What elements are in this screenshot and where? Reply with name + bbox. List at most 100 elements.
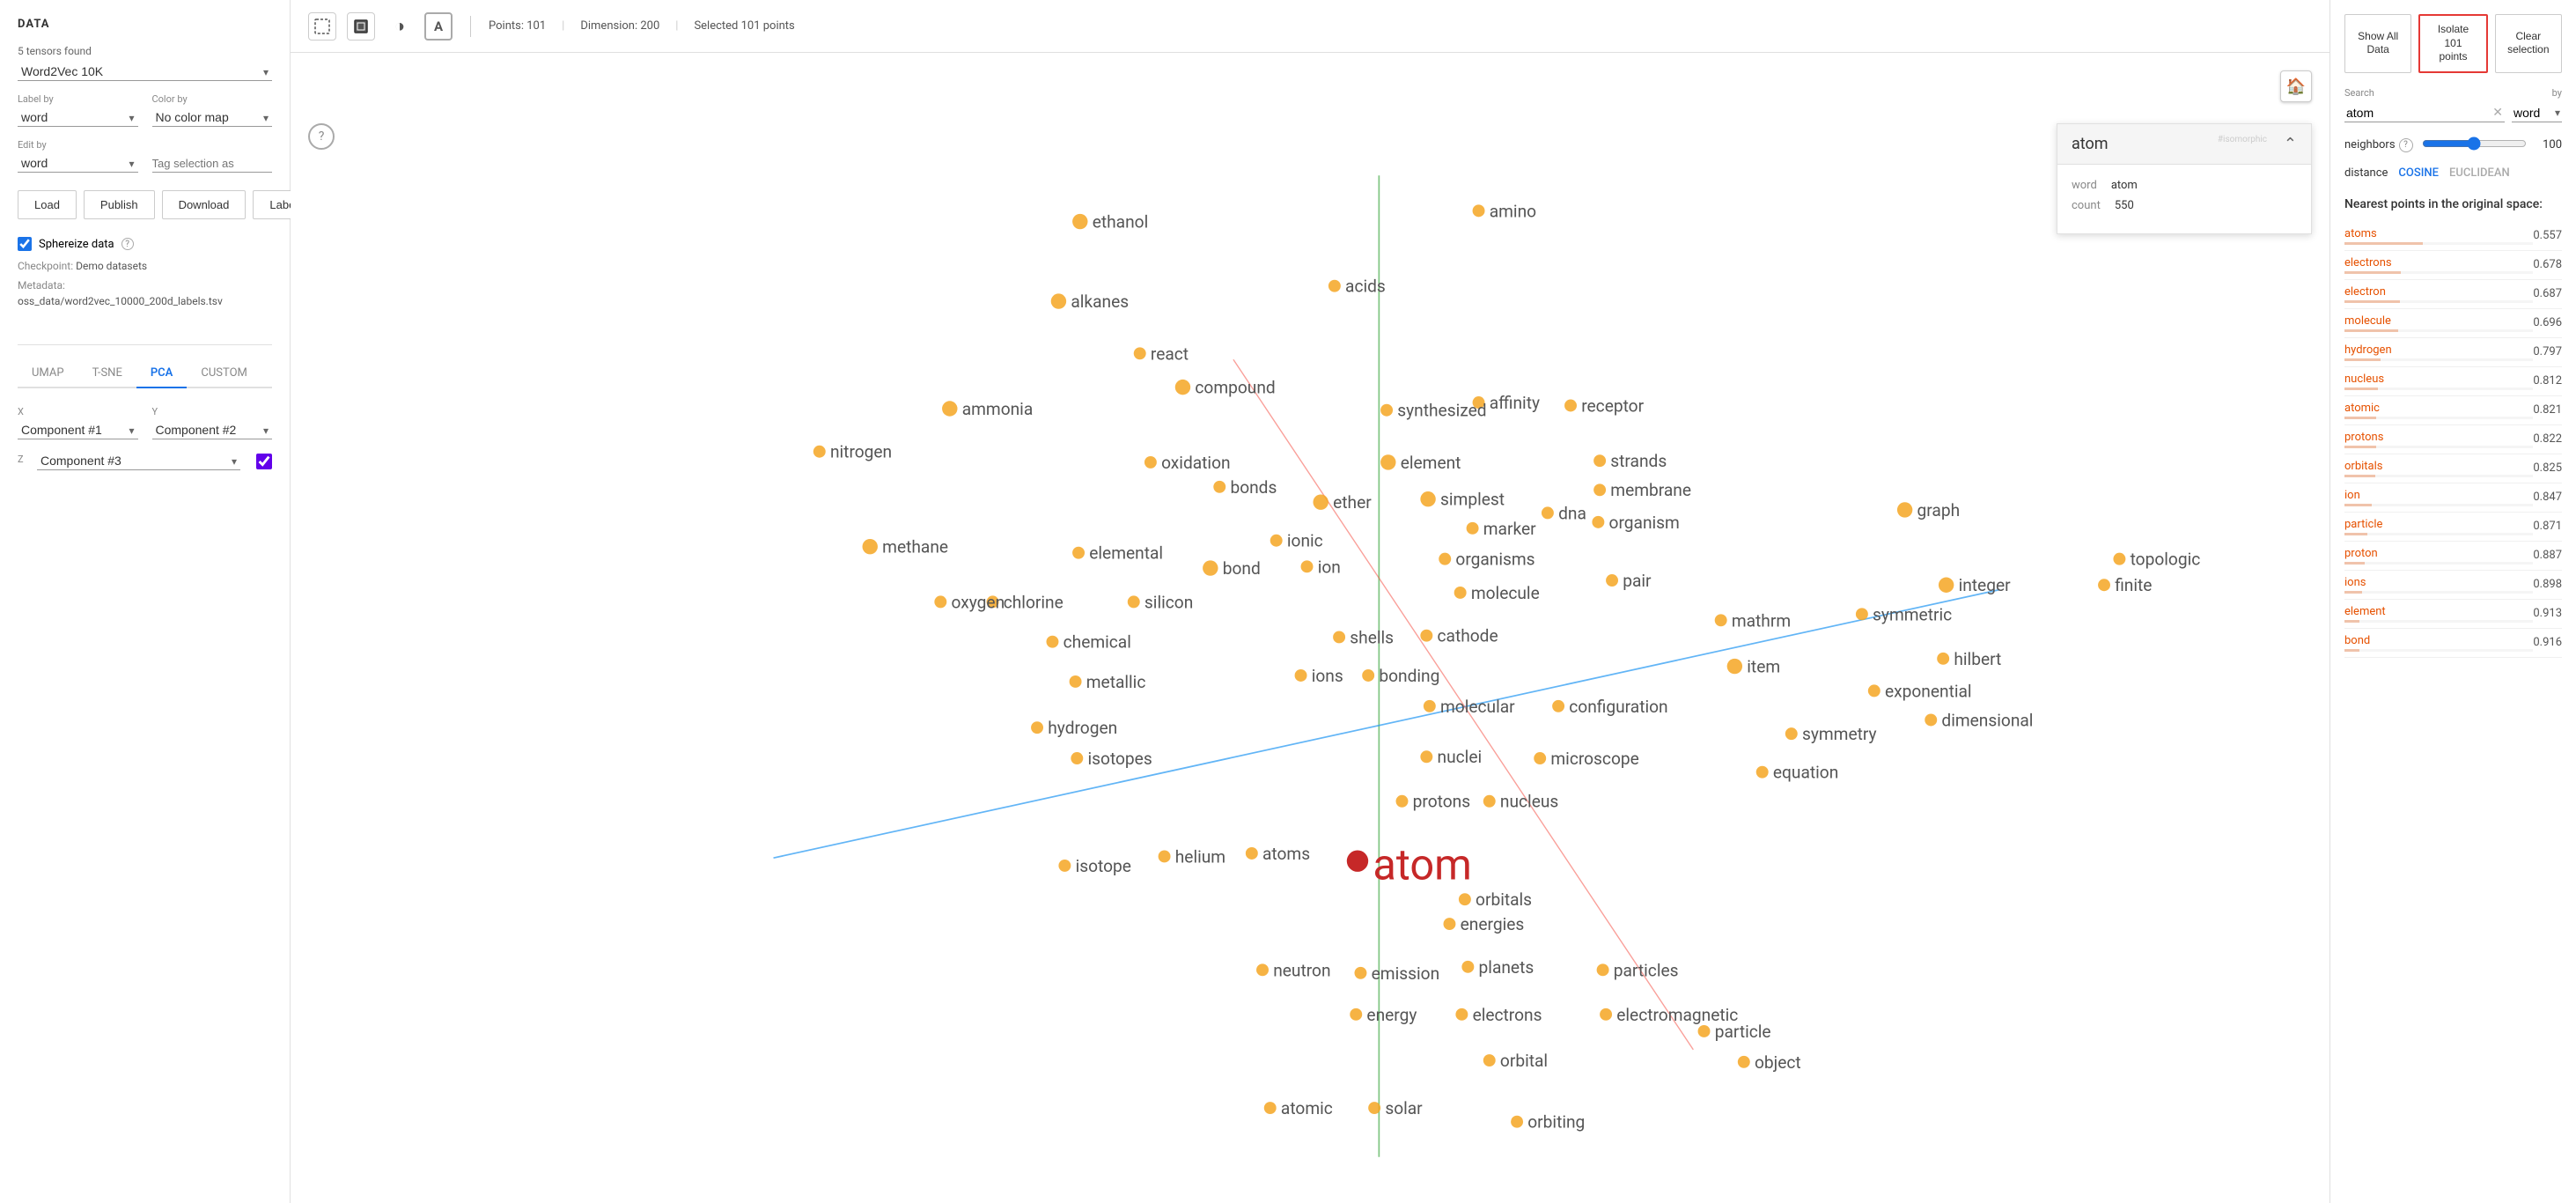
popup-body: word atom count 550: [2057, 165, 2311, 233]
stats-dimension: Dimension: 200: [580, 19, 659, 33]
by-select-wrap: word label count: [2512, 104, 2562, 122]
svg-text:orbitals: orbitals: [1476, 889, 1532, 910]
nearest-word[interactable]: orbitals: [2344, 460, 2382, 473]
nearest-item: hydrogen 0.797: [2344, 338, 2562, 367]
nearest-word[interactable]: protons: [2344, 431, 2383, 444]
nearest-word[interactable]: electron: [2344, 285, 2386, 299]
nearest-word[interactable]: ion: [2344, 489, 2360, 502]
search-input-wrap: ✕: [2344, 104, 2505, 122]
nearest-word[interactable]: hydrogen: [2344, 343, 2392, 357]
nearest-score: 0.871: [2533, 520, 2562, 533]
popup-count-row: count 550: [2072, 199, 2297, 212]
nearest-word[interactable]: nucleus: [2344, 373, 2384, 386]
label-by-select[interactable]: word: [18, 108, 138, 127]
neighbors-help-icon[interactable]: ?: [2399, 138, 2413, 152]
dataset-select[interactable]: Word2Vec 10K Word2Vec 100K GloVe 50K: [18, 63, 272, 81]
svg-text:mathrm: mathrm: [1732, 610, 1791, 631]
nearest-word[interactable]: molecule: [2344, 314, 2391, 328]
svg-text:orbiting: orbiting: [1527, 1112, 1585, 1133]
svg-text:energies: energies: [1461, 914, 1525, 934]
help-button[interactable]: ?: [308, 123, 335, 150]
svg-text:silicon: silicon: [1144, 592, 1193, 612]
nearest-score: 0.696: [2533, 316, 2562, 329]
svg-text:symmetry: symmetry: [1802, 724, 1877, 744]
right-panel: Show All Data Isolate 101 points Clear s…: [2329, 0, 2576, 1203]
text-label-icon[interactable]: A: [424, 12, 453, 41]
svg-text:dimensional: dimensional: [1941, 710, 2033, 730]
svg-text:amino: amino: [1490, 201, 1536, 221]
color-by-col: Color by No color map: [152, 93, 273, 127]
x-component-select[interactable]: Component #1 Component #2 Component #3: [18, 421, 138, 439]
sphereize-help[interactable]: ?: [121, 238, 134, 250]
svg-text:nucleus: nucleus: [1500, 792, 1558, 812]
search-section: Search by ✕ word label count: [2344, 87, 2562, 122]
svg-text:bond: bond: [1223, 558, 1261, 579]
nearest-word[interactable]: bond: [2344, 634, 2370, 647]
svg-text:shells: shells: [1350, 627, 1394, 647]
nearest-word[interactable]: element: [2344, 605, 2386, 618]
nearest-word[interactable]: ions: [2344, 576, 2366, 589]
neighbors-slider[interactable]: [2422, 137, 2527, 151]
nearest-score: 0.797: [2533, 345, 2562, 358]
tab-umap[interactable]: UMAP: [18, 359, 78, 388]
dataset-row: Word2Vec 10K Word2Vec 100K GloVe 50K: [18, 63, 272, 81]
load-button[interactable]: Load: [18, 190, 77, 219]
neighbors-value: 100: [2536, 138, 2562, 151]
z-checkbox[interactable]: [256, 454, 272, 469]
panel-title: DATA: [18, 18, 272, 31]
edit-row: Edit by word: [18, 139, 272, 173]
checkpoint-label: Checkpoint:: [18, 260, 73, 272]
nearest-score: 0.847: [2533, 491, 2562, 504]
svg-text:ion: ion: [1318, 557, 1341, 577]
home-button[interactable]: 🏠: [2280, 70, 2312, 102]
nearest-word[interactable]: atomic: [2344, 402, 2380, 415]
nearest-item: atoms 0.557: [2344, 222, 2562, 251]
svg-text:simplest: simplest: [1440, 490, 1505, 510]
edit-by-label: Edit by: [18, 139, 138, 151]
publish-button[interactable]: Publish: [84, 190, 155, 219]
nearest-word[interactable]: proton: [2344, 547, 2378, 560]
selection-icon[interactable]: [308, 12, 336, 41]
nearest-word[interactable]: atoms: [2344, 227, 2377, 240]
svg-text:symmetric: symmetric: [1873, 604, 1952, 624]
svg-text:ether: ether: [1333, 492, 1372, 513]
dark-mode-icon[interactable]: ◑: [386, 12, 414, 41]
nearest-word[interactable]: particle: [2344, 518, 2382, 531]
tag-input[interactable]: [152, 155, 273, 173]
euclidean-option[interactable]: EUCLIDEAN: [2449, 166, 2510, 180]
search-input[interactable]: [2344, 104, 2505, 122]
popup-count-label: count: [2072, 199, 2101, 212]
nearest-score: 0.913: [2533, 607, 2562, 620]
label-by-col: Label by word: [18, 93, 138, 127]
download-button[interactable]: Download: [162, 190, 247, 219]
by-select[interactable]: word label count: [2512, 104, 2562, 122]
svg-text:neutron: neutron: [1273, 960, 1330, 980]
z-component-select[interactable]: Component #3 Component #1 Component #2: [37, 452, 240, 470]
nearest-word[interactable]: electrons: [2344, 256, 2392, 269]
tab-custom[interactable]: CUSTOM: [187, 359, 261, 388]
color-by-select[interactable]: No color map: [152, 108, 273, 127]
label-color-row: Label by word Color by No color map: [18, 93, 272, 127]
tab-tsne[interactable]: T-SNE: [78, 359, 136, 388]
isolate-button[interactable]: Isolate 101 points: [2418, 14, 2487, 73]
svg-text:cathode: cathode: [1438, 626, 1498, 646]
popup-close[interactable]: ⌃: [2284, 135, 2297, 153]
by-label: by: [2552, 87, 2562, 99]
svg-text:marker: marker: [1483, 519, 1536, 539]
y-component-select[interactable]: Component #2 Component #1 Component #3: [152, 421, 273, 439]
edit-by-wrapper: word: [18, 154, 138, 173]
cosine-option[interactable]: COSINE: [2398, 166, 2439, 180]
canvas-area[interactable]: ethanolaminoacidsalkanesreactcompoundaff…: [291, 53, 2329, 1203]
stats-selected: Selected 101 points: [694, 19, 794, 33]
crop-icon[interactable]: [347, 12, 375, 41]
nearest-score: 0.557: [2533, 229, 2562, 242]
svg-text:synthesized: synthesized: [1397, 401, 1486, 421]
sphereize-checkbox[interactable]: [18, 237, 32, 251]
tab-pca[interactable]: PCA: [136, 359, 188, 388]
clear-selection-button[interactable]: Clear selection: [2495, 14, 2562, 73]
show-all-button[interactable]: Show All Data: [2344, 14, 2411, 73]
edit-by-select[interactable]: word: [18, 154, 138, 173]
nearest-item: proton 0.887: [2344, 542, 2562, 571]
svg-text:hilbert: hilbert: [1954, 649, 2001, 669]
left-panel: DATA 5 tensors found Word2Vec 10K Word2V…: [0, 0, 291, 1203]
